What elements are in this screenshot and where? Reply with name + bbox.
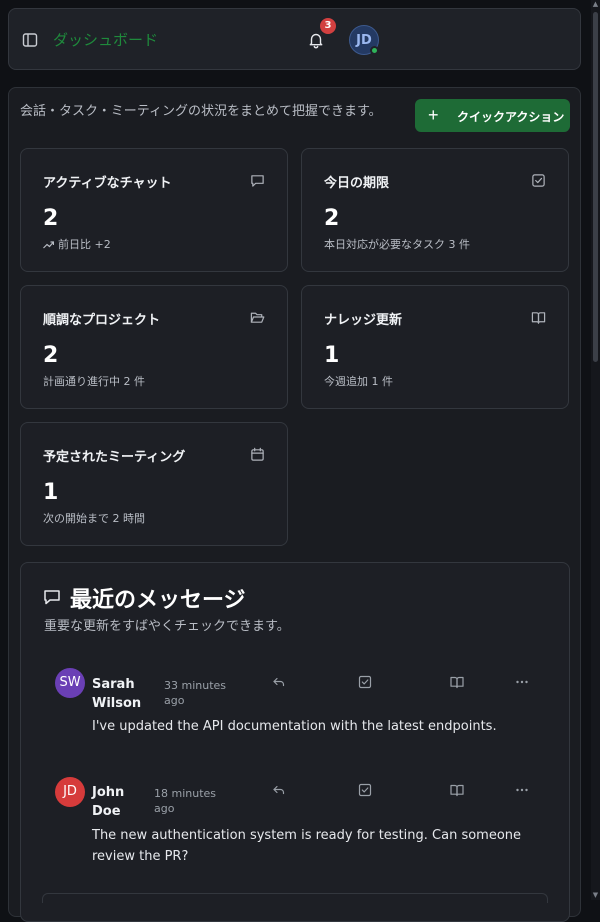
trending-up-icon xyxy=(43,241,54,249)
calendar-icon xyxy=(251,447,264,461)
notification-count-badge: 3 xyxy=(320,18,336,34)
bell-icon[interactable] xyxy=(307,31,325,49)
card-title: アクティブなチャット xyxy=(43,176,172,191)
card-subtext-label: 前日比 +2 xyxy=(58,238,111,251)
card-subtext: 次の開始まで 2 時間 xyxy=(43,512,145,525)
message-timestamp: 33 minutes ago xyxy=(164,679,227,707)
card-title: 予定されたミーティング xyxy=(43,450,186,465)
sender-name[interactable]: John Doe xyxy=(92,783,156,821)
card-subtext: 本日対応が必要なタスク 3 件 xyxy=(324,238,470,251)
reply-icon[interactable] xyxy=(272,675,286,689)
card-value: 1 xyxy=(324,343,340,368)
intro-text: 会話・タスク・ミーティングの状況をまとめて把握できます。 xyxy=(20,104,382,119)
message-text: The new authentication system is ready f… xyxy=(92,828,522,864)
next-message-container xyxy=(42,893,548,903)
stat-card-scheduled-meetings[interactable]: 予定されたミーティング 1 次の開始まで 2 時間 xyxy=(20,422,288,546)
recent-messages-title: 最近のメッセージ xyxy=(70,588,246,613)
quick-action-button[interactable]: + クイックアクション xyxy=(415,99,570,132)
top-bar: ダッシュボード 3 JD xyxy=(8,8,581,70)
card-value: 1 xyxy=(43,480,59,505)
scrollbar-thumb[interactable] xyxy=(593,12,598,362)
card-value: 2 xyxy=(324,206,340,231)
stat-card-active-chats[interactable]: アクティブなチャット 2 前日比 +2 xyxy=(20,148,288,272)
sidebar-toggle-icon[interactable] xyxy=(22,32,38,48)
card-title: ナレッジ更新 xyxy=(324,313,403,328)
create-task-icon[interactable] xyxy=(358,783,372,797)
online-status-indicator xyxy=(370,46,379,55)
message-icon xyxy=(251,175,264,187)
sender-avatar[interactable]: SW xyxy=(55,668,85,698)
message-text: I've updated the API documentation with … xyxy=(92,719,497,734)
sender-avatar[interactable]: JD xyxy=(55,777,85,807)
sender-name[interactable]: Sarah Wilson xyxy=(92,675,156,713)
card-subtext: 前日比 +2 xyxy=(43,236,111,252)
more-options-icon[interactable] xyxy=(515,783,529,797)
card-subtext: 今週追加 1 件 xyxy=(324,375,393,388)
card-value: 2 xyxy=(43,343,59,368)
message-icon xyxy=(44,590,60,605)
folder-open-icon xyxy=(250,312,265,323)
app-title: ダッシュボード xyxy=(53,31,159,49)
create-task-icon[interactable] xyxy=(358,675,372,689)
card-title: 今日の期限 xyxy=(324,176,390,191)
scroll-up-arrow-icon[interactable]: ▲ xyxy=(592,1,599,8)
card-title: 順調なプロジェクト xyxy=(43,313,161,328)
stat-card-on-track-projects[interactable]: 順調なプロジェクト 2 計画通り進行中 2 件 xyxy=(20,285,288,409)
book-icon xyxy=(531,312,546,324)
more-options-icon[interactable] xyxy=(515,675,529,689)
save-to-knowledge-icon[interactable] xyxy=(450,675,464,689)
recent-messages-subtitle: 重要な更新をすばやくチェックできます。 xyxy=(44,619,290,634)
reply-icon[interactable] xyxy=(272,783,286,797)
plus-icon: + xyxy=(428,105,439,125)
quick-action-label: クイックアクション xyxy=(457,110,565,124)
message-timestamp: 18 minutes ago xyxy=(154,787,217,815)
card-subtext: 計画通り進行中 2 件 xyxy=(43,375,145,388)
stat-card-due-today[interactable]: 今日の期限 2 本日対応が必要なタスク 3 件 xyxy=(301,148,569,272)
checkbox-icon xyxy=(532,174,545,187)
save-to-knowledge-icon[interactable] xyxy=(450,783,464,797)
stat-card-knowledge-updates[interactable]: ナレッジ更新 1 今週追加 1 件 xyxy=(301,285,569,409)
card-value: 2 xyxy=(43,206,59,231)
scroll-down-arrow-icon[interactable]: ▼ xyxy=(592,892,599,899)
